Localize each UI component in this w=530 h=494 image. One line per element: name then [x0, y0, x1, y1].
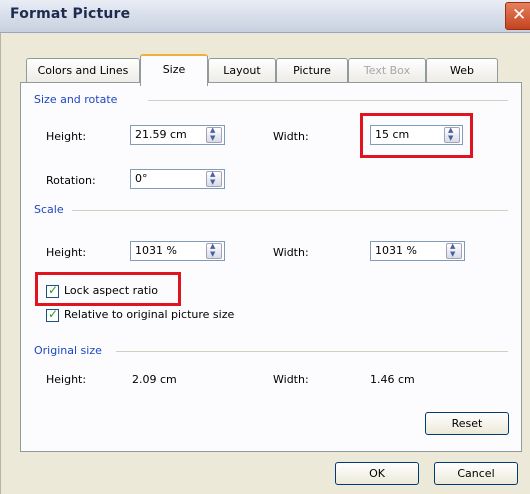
width-highlight-box: [360, 113, 473, 158]
rotation-value: 0°: [135, 172, 148, 185]
ok-button[interactable]: OK: [335, 462, 419, 485]
dialog-title: Format Picture: [10, 6, 131, 22]
spin-arrows-icon[interactable]: [206, 242, 222, 259]
section-original-size: Original size: [34, 344, 102, 357]
rotation-label: Rotation:: [46, 174, 96, 187]
original-width-value: 1.46 cm: [370, 373, 415, 386]
spin-arrows-icon[interactable]: [206, 126, 222, 143]
size-height-value: 21.59 cm: [135, 128, 187, 141]
divider: [72, 210, 508, 211]
tab-layout[interactable]: Layout: [208, 58, 276, 83]
scale-width-spinner[interactable]: 1031 %: [370, 241, 465, 261]
close-button[interactable]: ✕: [505, 2, 530, 30]
rotation-spinner[interactable]: 0°: [130, 169, 225, 189]
scale-height-label: Height:: [46, 246, 87, 259]
lock-aspect-highlight-box: [35, 272, 181, 306]
title-bar[interactable]: Format Picture ✕: [0, 0, 530, 33]
cancel-button[interactable]: Cancel: [434, 462, 518, 485]
tab-picture[interactable]: Picture: [276, 58, 348, 83]
size-height-spinner[interactable]: 21.59 cm: [130, 125, 225, 145]
scale-width-label: Width:: [273, 246, 309, 259]
divider: [116, 351, 508, 352]
tab-colors-and-lines[interactable]: Colors and Lines: [26, 58, 140, 83]
close-icon: ✕: [512, 5, 527, 25]
tab-web[interactable]: Web: [426, 58, 498, 83]
relative-size-checkbox[interactable]: ✓: [46, 307, 59, 322]
scale-height-spinner[interactable]: 1031 %: [130, 241, 225, 261]
original-width-label: Width:: [273, 373, 309, 386]
tab-text-box: Text Box: [348, 58, 426, 83]
spin-arrows-icon[interactable]: [446, 242, 462, 259]
original-height-value: 2.09 cm: [132, 373, 177, 386]
spin-arrows-icon[interactable]: [206, 170, 222, 187]
section-scale: Scale: [34, 203, 64, 216]
tab-size[interactable]: Size: [140, 54, 208, 86]
original-height-label: Height:: [46, 373, 87, 386]
reset-button[interactable]: Reset: [425, 412, 509, 435]
format-picture-dialog: Format Picture ✕ Colors and Lines Size L…: [0, 0, 530, 494]
size-width-label: Width:: [273, 130, 309, 143]
relative-size-label[interactable]: Relative to original picture size: [64, 308, 234, 321]
checkmark-icon: ✓: [48, 307, 59, 321]
scale-height-value: 1031 %: [135, 244, 177, 257]
divider: [148, 100, 508, 101]
section-size-and-rotate: Size and rotate: [34, 93, 118, 106]
size-height-label: Height:: [46, 130, 87, 143]
scale-width-value: 1031 %: [375, 244, 417, 257]
